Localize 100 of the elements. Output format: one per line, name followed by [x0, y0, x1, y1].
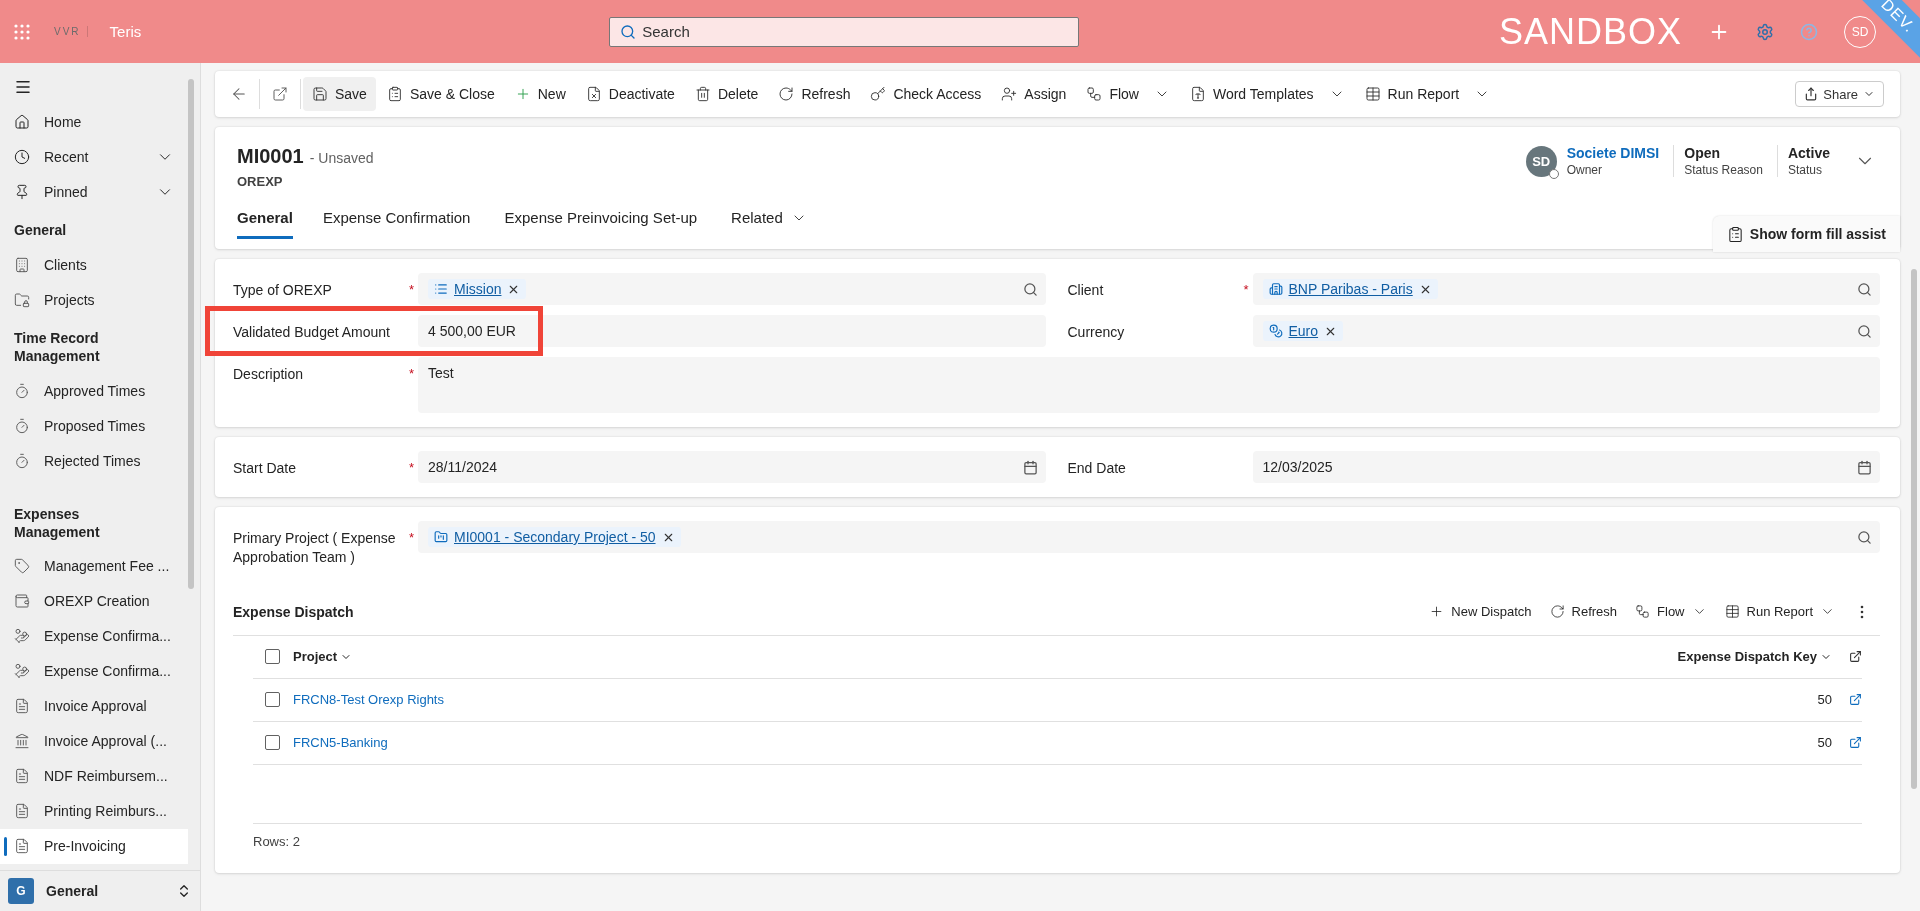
input-field[interactable]: 4 500,00 EUR [418, 315, 1046, 347]
command-button[interactable]: Run Report [1715, 594, 1844, 629]
lookup-tag[interactable]: Euro [1262, 321, 1344, 341]
nav-icon [14, 383, 30, 400]
field-label: Primary Project ( Expense Approbation Team ) * [233, 529, 414, 567]
sidebar-item[interactable]: Printing Reimburs... [0, 793, 188, 829]
lookup-tag[interactable]: BNP Paribas - Paris [1262, 279, 1438, 299]
search-icon[interactable] [1857, 529, 1872, 545]
command-button[interactable]: Word Templates [1180, 77, 1354, 111]
lookup-field[interactable]: MI0001 - Secondary Project - 50 [418, 521, 1880, 553]
sidebar-item[interactable]: Invoice Approval [0, 688, 188, 724]
back-icon [230, 85, 248, 103]
lookup-link[interactable]: MI0001 - Secondary Project - 50 [454, 529, 656, 545]
command-button[interactable]: New [505, 77, 575, 111]
lookup-link[interactable]: BNP Paribas - Paris [1288, 281, 1413, 297]
command-button[interactable]: Run Report [1355, 77, 1500, 111]
sidebar-item[interactable]: Approved Times [0, 373, 188, 409]
lookup-field[interactable]: BNP Paribas - Paris [1252, 273, 1880, 305]
date-field[interactable]: 12/03/2025 [1252, 451, 1880, 483]
command-button[interactable]: Assign [992, 77, 1076, 111]
nav-icon [14, 418, 30, 435]
sidebar-item[interactable]: OREXP Creation [0, 583, 188, 619]
form-assist-icon [1726, 225, 1744, 243]
open-icon[interactable] [1849, 736, 1862, 750]
sidebar-item[interactable]: Projects [0, 282, 188, 318]
open-icon[interactable] [1849, 693, 1862, 707]
sidebar-item[interactable]: Rejected Times [0, 443, 188, 479]
sidebar-item[interactable]: Home [0, 104, 188, 139]
fact-label: Status Reason [1684, 163, 1763, 177]
area-badge: G [8, 878, 34, 904]
nav-icon [14, 291, 30, 308]
command-button[interactable]: Flow [1077, 77, 1179, 111]
open-icon[interactable] [1849, 650, 1862, 664]
nav-icon [14, 733, 30, 750]
search-icon[interactable] [1857, 281, 1872, 297]
sidebar-item[interactable]: Management Fee ... [0, 548, 188, 584]
project-link[interactable]: FRCN5-Banking [293, 735, 1632, 751]
sidebar-item[interactable]: Pre-Invoicing [0, 828, 188, 864]
lookup-link[interactable]: Mission [454, 281, 502, 297]
lookup-link[interactable]: Euro [1288, 323, 1319, 339]
sidebar-item[interactable]: Recent [0, 139, 188, 174]
sidebar-item[interactable]: Proposed Times [0, 408, 188, 444]
row-count: Rows: 2 [253, 833, 300, 849]
command-button[interactable]: Deactivate [576, 77, 684, 111]
owner-link[interactable]: Societe DIMSI [1566, 145, 1660, 161]
table-cell: 50 [1817, 735, 1832, 751]
calendar-icon[interactable] [1022, 459, 1038, 475]
date-field[interactable]: 28/11/2024 [418, 451, 1046, 483]
lookup-tag[interactable]: Mission [428, 279, 527, 299]
command-button[interactable]: Flow [1626, 594, 1716, 629]
fact-label: Status [1787, 163, 1823, 177]
pop-out-icon [272, 86, 288, 102]
sidebar-item[interactable]: Clients [0, 247, 188, 283]
sidebar-item[interactable]: Expense Confirma... [0, 653, 188, 689]
share-button[interactable]: Share [1795, 81, 1884, 107]
text-area[interactable]: Test [418, 357, 1880, 413]
subgrid-title: Expense Dispatch [233, 603, 354, 620]
project-link[interactable]: FRCN8-Test Orexp Rights [293, 692, 1632, 708]
more-icon [1860, 604, 1864, 619]
area-switcher[interactable]: G General [0, 870, 200, 911]
lookup-field[interactable]: Mission [418, 273, 1046, 305]
checkbox[interactable] [265, 692, 280, 708]
sidebar-item[interactable]: Expense Confirma... [0, 618, 188, 654]
report-icon [1724, 604, 1740, 620]
command-button[interactable]: Refresh [1540, 594, 1627, 629]
clock-icon [14, 148, 30, 165]
tab[interactable]: Expense Confirmation [312, 203, 481, 239]
nav-icon [14, 838, 30, 855]
person-plus-icon [1001, 86, 1018, 102]
nav-icon [14, 698, 30, 715]
command-button[interactable]: Save [303, 77, 376, 111]
tab[interactable]: Related [721, 203, 817, 239]
search-icon[interactable] [1022, 281, 1038, 297]
lookup-tag[interactable]: MI0001 - Secondary Project - 50 [428, 527, 681, 547]
field-label: End Date [1067, 459, 1127, 478]
column-header[interactable]: Expense Dispatch Key [1677, 649, 1832, 665]
nav-icon [14, 453, 30, 470]
sidebar-item[interactable]: NDF Reimbursem... [0, 758, 188, 794]
environment-label: SANDBOX [1498, 10, 1682, 53]
sidebar-item[interactable]: Pinned [0, 174, 188, 209]
search-icon[interactable] [1857, 323, 1872, 339]
report-icon [1364, 86, 1381, 102]
form-assist-button[interactable]: Show form fill assist [1712, 216, 1900, 252]
nav-icon [14, 663, 30, 680]
command-button[interactable]: New Dispatch [1420, 594, 1541, 629]
command-button[interactable]: Refresh [769, 77, 860, 111]
checkbox[interactable] [265, 735, 280, 751]
tab[interactable]: Expense Preinvoicing Set-up [494, 203, 708, 239]
calendar-icon[interactable] [1857, 459, 1872, 475]
command-button[interactable]: Delete [685, 77, 768, 111]
sidebar-item[interactable]: Invoice Approval (... [0, 723, 188, 759]
command-button[interactable]: Save & Close [377, 77, 504, 111]
lookup-field[interactable]: Euro [1252, 315, 1880, 347]
nav-icon [14, 593, 30, 610]
checkbox[interactable] [265, 649, 280, 665]
search-field[interactable]: Search [609, 16, 1080, 47]
tab[interactable]: General [237, 203, 293, 239]
command-button[interactable]: Check Access [861, 77, 991, 111]
share-icon [1804, 87, 1819, 101]
column-header[interactable]: Project [293, 649, 1632, 665]
